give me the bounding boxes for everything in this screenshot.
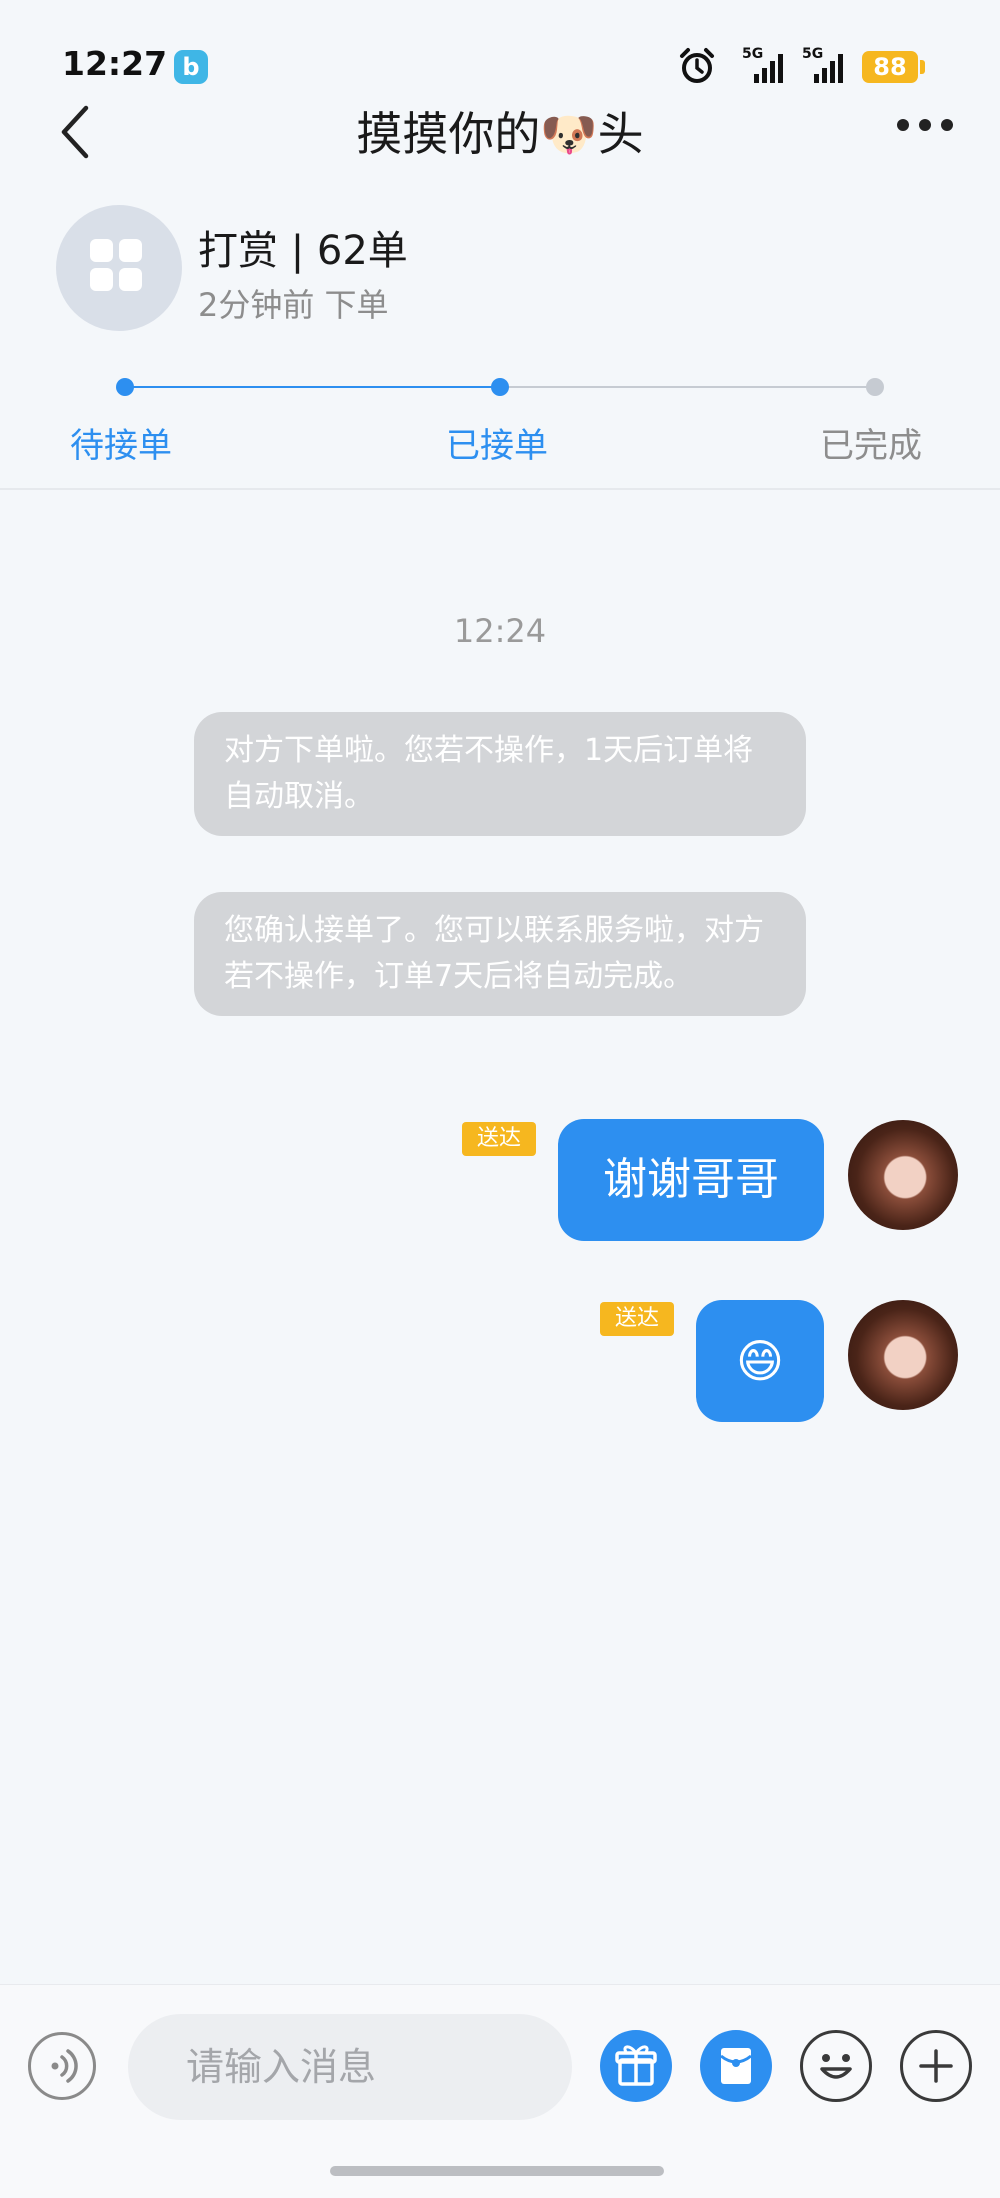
system-message: 对方下单啦。您若不操作，1天后订单将自动取消。 — [194, 712, 806, 836]
header-divider — [0, 488, 1000, 490]
step-label-completed: 已完成 — [820, 426, 922, 466]
message-bubble[interactable]: 谢谢哥哥 — [558, 1119, 824, 1241]
signal-icon-2 — [814, 54, 843, 83]
app-notification-icon: b — [174, 50, 208, 84]
avatar[interactable] — [848, 1120, 958, 1230]
step-label-pending: 待接单 — [70, 426, 172, 466]
step-label-accepted: 已接单 — [446, 426, 548, 466]
order-category-icon — [56, 205, 182, 331]
signal-icon — [754, 54, 783, 83]
emoji-icon[interactable] — [800, 2030, 872, 2102]
gift-icon[interactable] — [600, 2030, 672, 2102]
delivered-badge: 送达 — [600, 1302, 674, 1336]
order-subtitle: 2分钟前 下单 — [198, 286, 389, 324]
order-title[interactable]: 打赏 | 62单 — [198, 218, 408, 276]
avatar[interactable] — [848, 1300, 958, 1410]
delivered-badge: 送达 — [462, 1122, 536, 1156]
status-time: 12:27 — [62, 44, 168, 83]
page-title: 摸摸你的🐶头 — [356, 107, 644, 161]
alarm-icon — [680, 48, 714, 83]
progress-dot-completed — [866, 378, 884, 396]
progress-dot-accepted — [491, 378, 509, 396]
progress-line-done — [125, 386, 500, 388]
red-packet-icon[interactable] — [700, 2030, 772, 2102]
more-dots-icon[interactable] — [896, 118, 954, 132]
message-bubble-emoji[interactable]: 😄 — [696, 1300, 824, 1422]
battery-tip — [920, 60, 925, 74]
chat-timestamp: 12:24 — [453, 612, 547, 650]
progress-dot-pending-accept — [116, 378, 134, 396]
progress-line-pending — [500, 386, 874, 388]
plus-icon[interactable] — [900, 2030, 972, 2102]
battery-icon: 88 — [862, 51, 918, 83]
system-message: 您确认接单了。您可以联系服务啦，对方若不操作，订单7天后将自动完成。 — [194, 892, 806, 1016]
message-input[interactable] — [128, 2014, 572, 2120]
home-indicator[interactable] — [330, 2166, 664, 2176]
voice-icon[interactable] — [28, 2032, 96, 2100]
